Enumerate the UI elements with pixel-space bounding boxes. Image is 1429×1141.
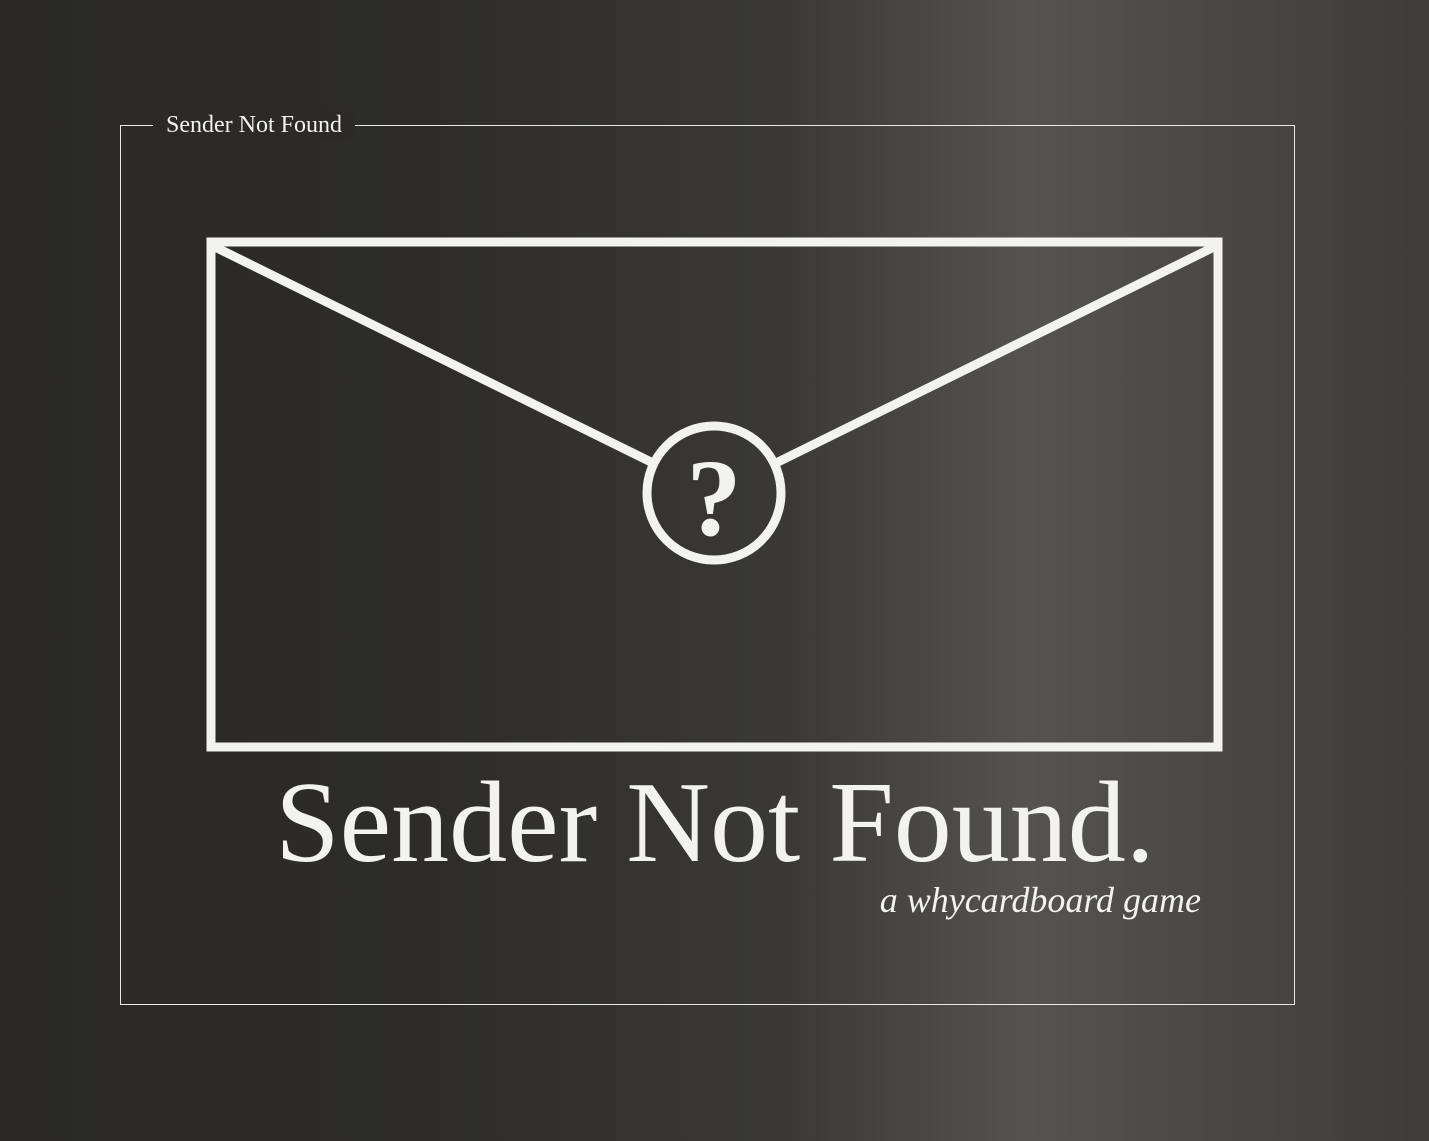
envelope-flap-right xyxy=(774,241,1218,468)
svg-text:?: ? xyxy=(687,437,742,559)
game-subtitle: a whycardboard game xyxy=(879,880,1201,920)
envelope-icon: ? xyxy=(206,237,1223,752)
game-title: Sender Not Found. xyxy=(275,759,1155,887)
question-seal-icon: ? xyxy=(642,421,786,565)
envelope-flap-left xyxy=(211,241,655,468)
